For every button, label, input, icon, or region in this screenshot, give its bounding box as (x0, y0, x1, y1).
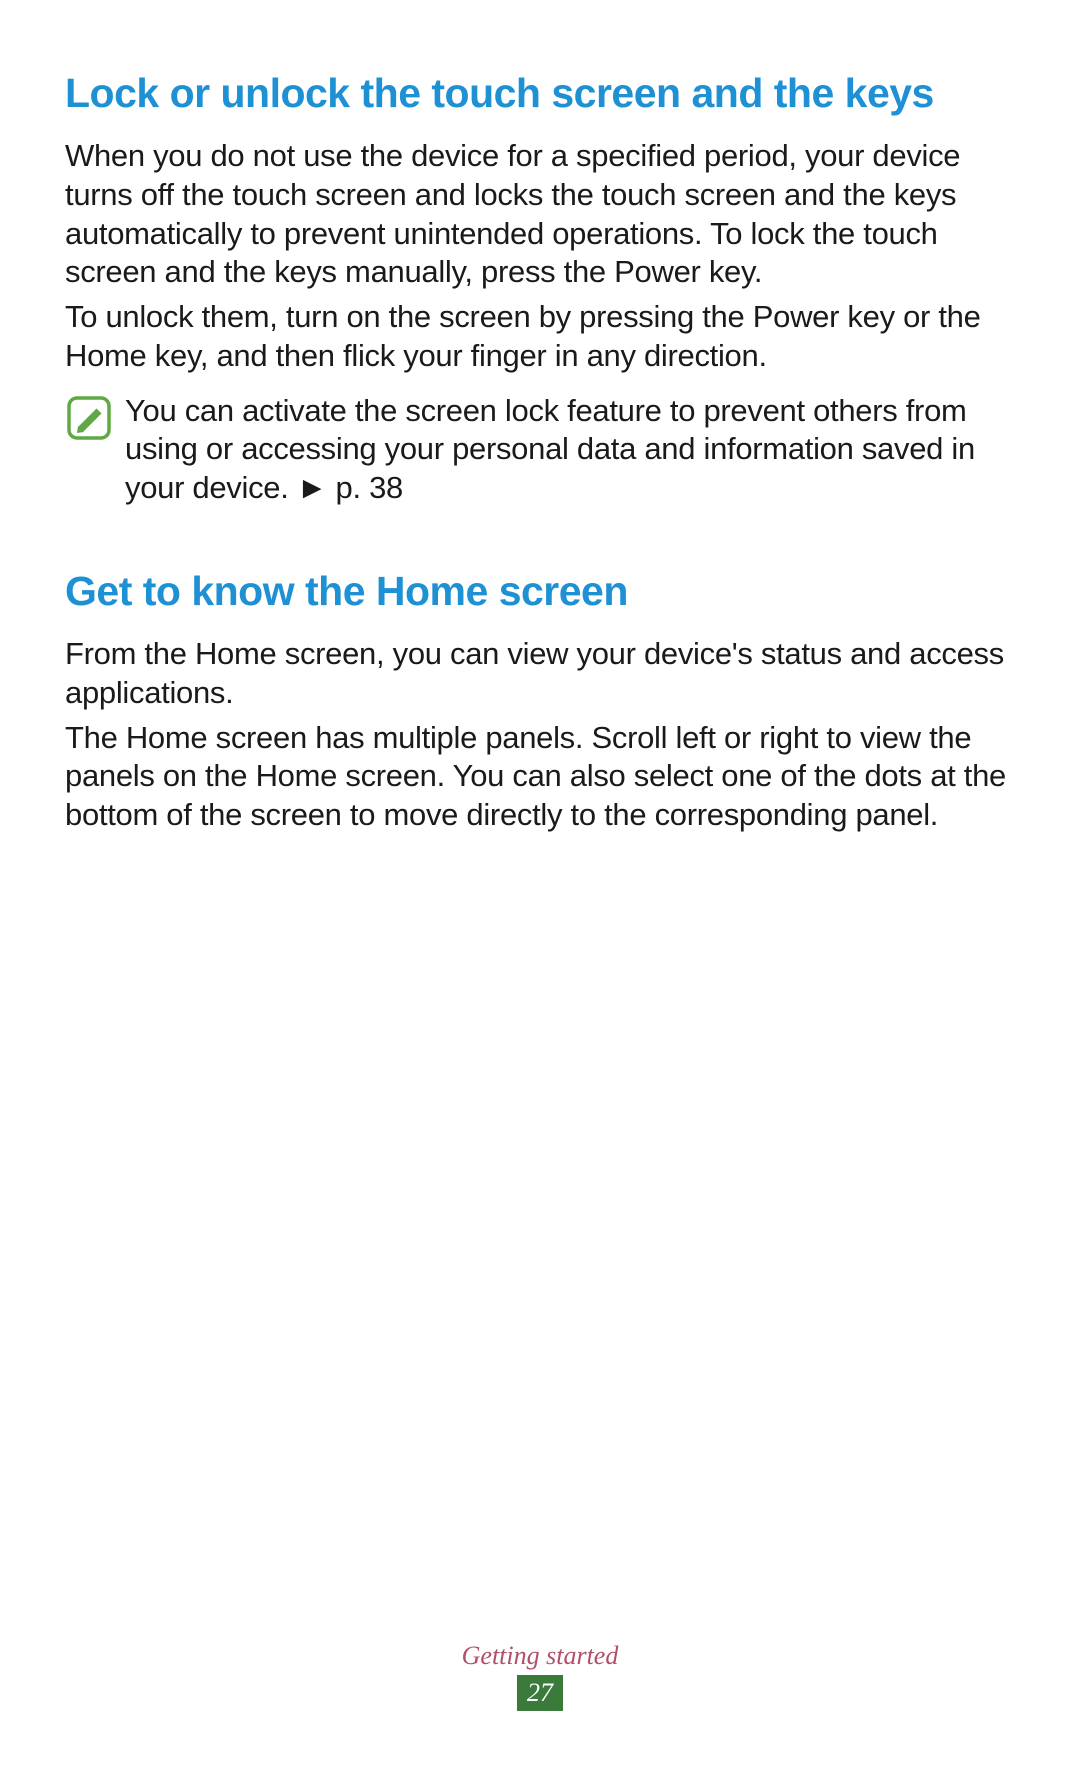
body-paragraph: From the Home screen, you can view your … (65, 635, 1020, 713)
body-paragraph: To unlock them, turn on the screen by pr… (65, 298, 1020, 376)
page-footer: Getting started 27 (0, 1641, 1080, 1711)
note-text: You can activate the screen lock feature… (125, 392, 1020, 508)
body-paragraph: When you do not use the device for a spe… (65, 137, 1020, 292)
note-block: You can activate the screen lock feature… (65, 392, 1020, 508)
footer-section-name: Getting started (0, 1641, 1080, 1671)
section-heading-lock-unlock: Lock or unlock the touch screen and the … (65, 70, 1020, 117)
note-body: You can activate the screen lock feature… (125, 393, 975, 506)
body-paragraph: The Home screen has multiple panels. Scr… (65, 719, 1020, 835)
page-number: 27 (517, 1675, 563, 1711)
section-heading-home-screen: Get to know the Home screen (65, 568, 1020, 615)
note-icon (65, 394, 113, 442)
page-reference: ► p. 38 (297, 470, 403, 505)
